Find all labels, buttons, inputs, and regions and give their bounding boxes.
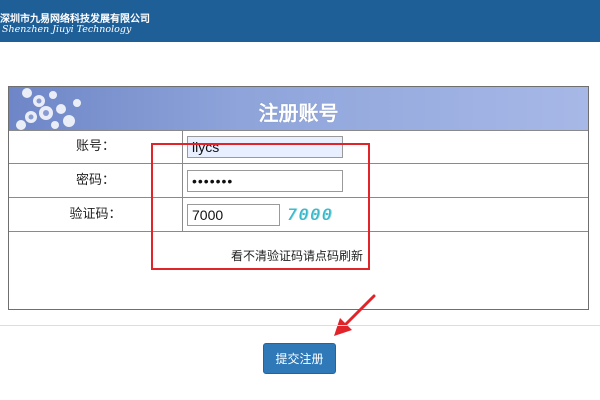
captcha-image[interactable]: 7000: [283, 203, 353, 227]
registration-form-panel: 注册账号 账号： llycs 密码： ••••••• 验证码： 7000 700…: [8, 86, 589, 310]
captcha-input[interactable]: 7000: [187, 204, 280, 226]
password-label: 密码：: [9, 164, 183, 197]
company-name-en: Shenzhen Jiuyi Technology: [2, 24, 132, 35]
company-name-cn: 深圳市九易网络科技发展有限公司: [0, 14, 150, 25]
captcha-row: 验证码： 7000 7000: [9, 198, 588, 232]
captcha-refresh-hint: 看不清验证码请点码刷新: [231, 249, 364, 263]
footer-divider: [0, 325, 600, 326]
refresh-hint-row: 看不清验证码请点码刷新: [9, 232, 588, 292]
password-input[interactable]: •••••••: [187, 170, 343, 192]
account-label: 账号：: [9, 130, 183, 163]
header-spacer: [0, 42, 600, 86]
password-row: 密码： •••••••: [9, 164, 588, 198]
account-row: 账号： llycs: [9, 130, 588, 164]
form-title: 注册账号: [258, 101, 339, 125]
submit-registration-button[interactable]: 提交注册: [263, 343, 336, 374]
captcha-label: 验证码：: [9, 198, 183, 231]
site-header: 深圳市九易网络科技发展有限公司 Shenzhen Jiuyi Technolog…: [0, 0, 600, 42]
form-title-bar: 注册账号: [9, 87, 588, 131]
account-input[interactable]: llycs: [187, 136, 343, 158]
